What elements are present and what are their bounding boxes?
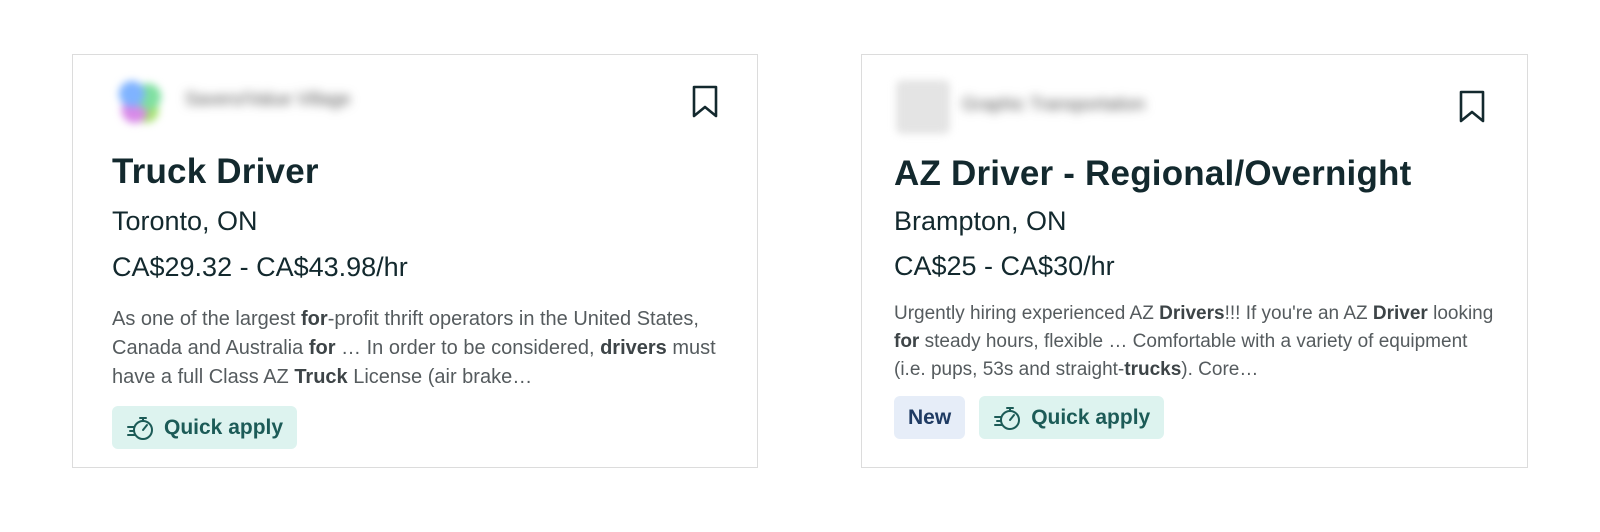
tag-list: Quick apply (112, 406, 298, 449)
stopwatch-icon (127, 416, 153, 440)
job-title[interactable]: AZ Driver - Regional/Overnight (894, 154, 1411, 194)
snippet-text: !!! If you're an AZ (1224, 303, 1373, 324)
snippet-highlight: for (894, 331, 920, 352)
snippet-highlight: for (301, 308, 328, 330)
company-name: Savero/Value Village (185, 89, 351, 109)
new-badge: New (894, 396, 966, 439)
job-snippet: As one of the largest for-profit thrift … (112, 305, 727, 392)
snippet-text: License (air brake… (347, 366, 533, 388)
snippet-text: ). Core… (1181, 359, 1259, 380)
job-location: Toronto, ON (112, 206, 258, 236)
job-pay: CA$29.32 - CA$43.98/hr (112, 252, 408, 282)
company-logo (113, 75, 167, 129)
snippet-text: looking (1427, 303, 1494, 324)
job-card[interactable]: Graphic Transportation AZ Driver - Regio… (861, 54, 1528, 468)
company-logo (896, 80, 950, 134)
snippet-highlight: drivers (600, 337, 667, 359)
snippet-text: … In order to be considered, (335, 337, 601, 359)
tag-list: New Quick apply (894, 396, 1165, 439)
tag-label: New (908, 405, 952, 429)
snippet-text: As one of the largest (112, 308, 302, 330)
job-card[interactable]: Savero/Value Village Truck Driver Toront… (72, 54, 758, 468)
snippet-text: Urgently hiring experienced AZ (894, 303, 1160, 324)
job-snippet: Urgently hiring experienced AZ Drivers!!… (894, 300, 1504, 384)
tag-label: Quick apply (1031, 405, 1151, 429)
company-name: Graphic Transportation (962, 94, 1146, 114)
snippet-highlight: Truck (294, 366, 348, 388)
job-location: Brampton, ON (894, 206, 1067, 236)
snippet-highlight: Driver (1372, 303, 1428, 324)
job-pay: CA$25 - CA$30/hr (894, 251, 1115, 281)
bookmark-icon[interactable] (1458, 90, 1486, 124)
quick-apply-badge: Quick apply (112, 406, 298, 449)
snippet-highlight: trucks (1124, 359, 1182, 380)
quick-apply-badge: Quick apply (979, 396, 1165, 439)
stopwatch-icon (994, 406, 1021, 430)
bookmark-icon[interactable] (691, 85, 719, 119)
snippet-highlight: for (308, 337, 336, 359)
snippet-highlight: Drivers (1159, 303, 1225, 324)
job-title[interactable]: Truck Driver (112, 152, 319, 192)
tag-label: Quick apply (164, 415, 284, 439)
